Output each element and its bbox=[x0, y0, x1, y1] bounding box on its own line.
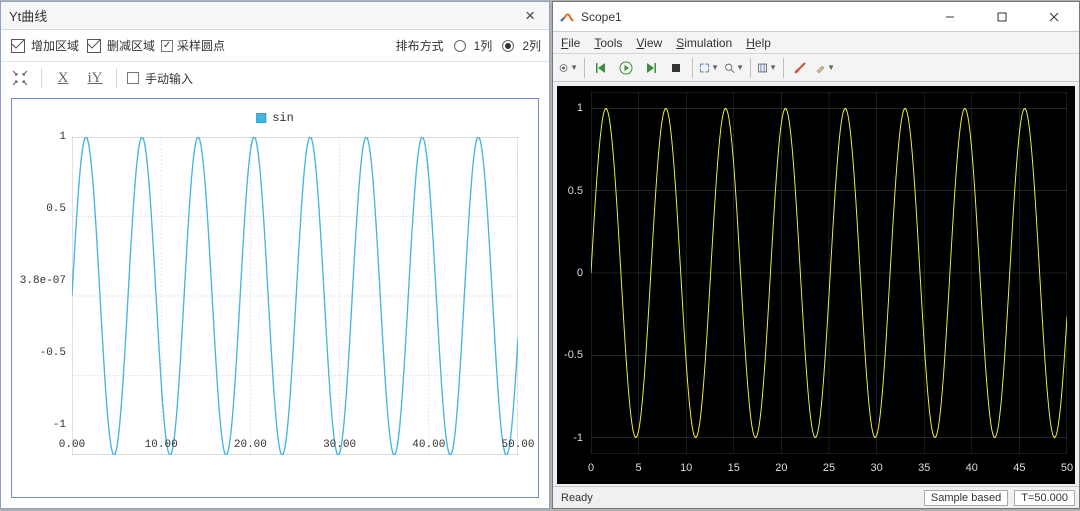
x-tick-label: 10 bbox=[680, 462, 692, 474]
window-title: Yt曲线 bbox=[9, 6, 47, 25]
title-bar: Yt曲线 × bbox=[1, 2, 549, 30]
step-back-button[interactable] bbox=[590, 57, 612, 79]
measure-button[interactable] bbox=[789, 57, 811, 79]
axis-toolbar: X iY 手动输入 bbox=[1, 62, 549, 94]
x-tick-label: 10.00 bbox=[145, 439, 178, 451]
highlight-button[interactable]: ▼ bbox=[814, 57, 836, 79]
maximize-button[interactable] bbox=[979, 3, 1025, 31]
step-forward-button[interactable] bbox=[640, 57, 662, 79]
y-tick-label: 0.5 bbox=[568, 185, 583, 197]
yt-curve-window: Yt曲线 × 增加区域 删减区域 ✓ 采样圆点 排布方式 1列 2列 bbox=[0, 1, 550, 509]
stop-button[interactable] bbox=[665, 57, 687, 79]
chart-legend: sin bbox=[256, 111, 294, 125]
toolbar: ▼ ▼ ▼ ▼ ▼ bbox=[553, 54, 1079, 82]
status-time: T=50.000 bbox=[1014, 490, 1075, 506]
status-sample: Sample based bbox=[924, 490, 1008, 506]
add-region-button[interactable]: 增加区域 bbox=[9, 37, 79, 55]
manual-input-checkbox[interactable]: 手动输入 bbox=[127, 70, 193, 87]
x-tick-label: 50.00 bbox=[501, 439, 534, 451]
x-tick-label: 45 bbox=[1013, 462, 1025, 474]
scope-window: Scope1 File Tools View Simulation Help ▼… bbox=[552, 1, 1080, 509]
add-region-icon bbox=[9, 37, 27, 55]
delete-region-button[interactable]: 删减区域 bbox=[85, 37, 155, 55]
menu-file[interactable]: File bbox=[561, 36, 580, 50]
compress-icon[interactable] bbox=[9, 67, 31, 89]
checkbox-icon bbox=[127, 72, 139, 84]
x-tick-label: 30 bbox=[870, 462, 882, 474]
scope-plot[interactable] bbox=[591, 92, 1067, 454]
sample-dots-label: 采样圆点 bbox=[177, 37, 225, 54]
y-tick-label: 1 bbox=[59, 131, 66, 143]
x-tick-label: 25 bbox=[823, 462, 835, 474]
y-tick-label: 1 bbox=[577, 102, 583, 114]
radio-1col[interactable] bbox=[454, 40, 466, 52]
plot-canvas[interactable]: 0.0010.0020.0030.0040.0050.00 -1-0.53.8e… bbox=[72, 137, 518, 455]
layout-label: 排布方式 bbox=[396, 37, 444, 54]
menu-bar: File Tools View Simulation Help bbox=[553, 32, 1079, 54]
y-tick-label: -1 bbox=[573, 432, 583, 444]
radio-2col-label: 2列 bbox=[522, 37, 541, 54]
menu-view[interactable]: View bbox=[636, 36, 662, 50]
chevron-down-icon: ▼ bbox=[736, 63, 744, 72]
x-tick-label: 30.00 bbox=[323, 439, 356, 451]
title-bar: Scope1 bbox=[553, 2, 1079, 32]
checkbox-icon: ✓ bbox=[161, 40, 173, 52]
x-tick-label: 40.00 bbox=[412, 439, 445, 451]
close-button[interactable] bbox=[1031, 3, 1077, 31]
y-tick-label: 0 bbox=[577, 267, 583, 279]
status-bar: Ready Sample based T=50.000 bbox=[553, 486, 1079, 508]
sample-dots-checkbox[interactable]: ✓ 采样圆点 bbox=[161, 37, 225, 54]
y-axis-button[interactable]: iY bbox=[84, 67, 106, 89]
add-region-label: 增加区域 bbox=[31, 37, 79, 54]
x-tick-label: 5 bbox=[636, 462, 642, 474]
y-tick-label: -1 bbox=[53, 419, 66, 431]
y-tick-label: -0.5 bbox=[564, 349, 583, 361]
x-tick-label: 20 bbox=[775, 462, 787, 474]
chevron-down-icon: ▼ bbox=[570, 63, 578, 72]
zoom-button[interactable]: ▼ bbox=[723, 57, 745, 79]
app-icon bbox=[559, 9, 575, 25]
x-tick-label: 35 bbox=[918, 462, 930, 474]
window-title: Scope1 bbox=[581, 10, 921, 24]
chart-area: sin 0.00 10.00 20.00 30.00 40.00 50.00 -1 -0.5… bbox=[11, 98, 539, 498]
radio-2col[interactable] bbox=[502, 40, 514, 52]
menu-help[interactable]: Help bbox=[746, 36, 771, 50]
chevron-down-icon: ▼ bbox=[769, 63, 777, 72]
delete-region-label: 删减区域 bbox=[107, 37, 155, 54]
delete-region-icon bbox=[85, 37, 103, 55]
region-toolbar: 增加区域 删减区域 ✓ 采样圆点 排布方式 1列 2列 bbox=[1, 30, 549, 62]
run-button[interactable] bbox=[615, 57, 637, 79]
radio-1col-label: 1列 bbox=[474, 37, 493, 54]
x-tick-label: 50 bbox=[1061, 462, 1073, 474]
legend-label: sin bbox=[272, 111, 294, 125]
minimize-button[interactable] bbox=[927, 3, 973, 31]
legend-swatch bbox=[256, 113, 266, 123]
chevron-down-icon: ▼ bbox=[711, 63, 719, 72]
menu-simulation[interactable]: Simulation bbox=[676, 36, 732, 50]
scope-body: 0 5 10 15 20 25 30 35 40 45 50 -1 -0.5 0 0.5 1 bbox=[553, 82, 1079, 486]
close-button[interactable]: × bbox=[519, 6, 541, 26]
x-tick-label: 20.00 bbox=[234, 439, 267, 451]
y-tick-label: -0.5 bbox=[40, 347, 66, 359]
x-axis-button[interactable]: X bbox=[52, 67, 74, 89]
status-ready: Ready bbox=[557, 492, 918, 504]
x-tick-label: 40 bbox=[966, 462, 978, 474]
x-tick-label: 0 bbox=[588, 462, 594, 474]
zoom-xy-button[interactable]: ▼ bbox=[698, 57, 720, 79]
y-tick-label: 3.8e-07 bbox=[20, 275, 66, 287]
manual-input-label: 手动输入 bbox=[145, 70, 193, 87]
menu-tools[interactable]: Tools bbox=[594, 36, 622, 50]
x-tick-label: 15 bbox=[728, 462, 740, 474]
signal-select-button[interactable]: ▼ bbox=[756, 57, 778, 79]
chevron-down-icon: ▼ bbox=[827, 63, 835, 72]
y-tick-label: 0.5 bbox=[46, 203, 66, 215]
settings-button[interactable]: ▼ bbox=[557, 57, 579, 79]
x-tick-label: 0.00 bbox=[59, 439, 85, 451]
